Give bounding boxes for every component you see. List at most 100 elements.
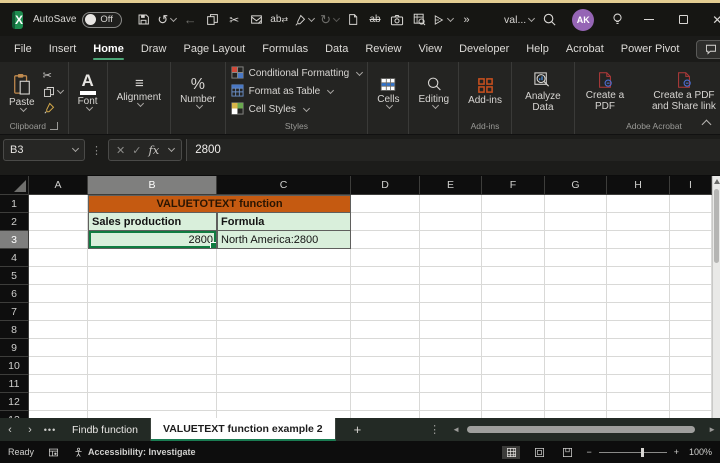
new-sheet-button[interactable]: + [336,422,380,437]
create-pdf-share-button[interactable]: Create a PDF and Share link [640,71,720,112]
zoom-out-icon[interactable]: − [586,447,591,457]
cut-button[interactable]: ✂ [43,69,63,82]
macro-record-icon[interactable] [48,447,59,458]
paste-picture-icon[interactable] [245,7,267,33]
tab-help[interactable]: Help [526,36,549,62]
tab-draw[interactable]: Draw [141,36,167,62]
cell-h10[interactable] [607,357,670,375]
row-header-7[interactable]: 7 [0,303,29,321]
cell-b8[interactable] [88,321,217,339]
tab-view[interactable]: View [418,36,442,62]
cell-b1[interactable]: VALUETOTEXT function [88,195,351,213]
cell-g8[interactable] [545,321,607,339]
cell-e1[interactable] [420,195,482,213]
cell-d5[interactable] [351,267,420,285]
cell-a13[interactable] [29,411,88,418]
cell-d8[interactable] [351,321,420,339]
cell-a11[interactable] [29,375,88,393]
cell-a10[interactable] [29,357,88,375]
cell-i8[interactable] [670,321,712,339]
sheet-list-icon[interactable]: ••• [40,425,60,435]
cell-e4[interactable] [420,249,482,267]
cell-b13[interactable] [88,411,217,418]
cell-c3[interactable]: North America:2800 [217,231,351,249]
insert-function-button[interactable]: fx [148,143,159,157]
cell-d11[interactable] [351,375,420,393]
cell-f3[interactable] [482,231,545,249]
cell-d2[interactable] [351,213,420,231]
undo-icon[interactable]: ↺ [154,7,179,33]
column-header-g[interactable]: G [545,176,607,195]
vertical-scroll-thumb[interactable] [714,189,719,263]
save-icon[interactable] [132,7,154,33]
cell-f6[interactable] [482,285,545,303]
overflow-icon[interactable]: » [456,7,478,33]
sheet-next-icon[interactable]: › [20,424,40,436]
dialog-launcher-icon[interactable] [50,122,58,130]
row-header-1[interactable]: 1 [0,195,29,213]
cell-e12[interactable] [420,393,482,411]
cell-g7[interactable] [545,303,607,321]
cell-e9[interactable] [420,339,482,357]
avatar[interactable]: AK [572,9,594,31]
cell-g12[interactable] [545,393,607,411]
cell-h5[interactable] [607,267,670,285]
create-pdf-button[interactable]: Create a PDF [580,71,630,112]
cell-b3[interactable]: 2800 [88,231,217,249]
row-header-5[interactable]: 5 [0,267,29,285]
cell-e11[interactable] [420,375,482,393]
flow-icon[interactable] [430,7,456,33]
cell-h8[interactable] [607,321,670,339]
page-break-view-button[interactable] [558,446,576,459]
cell-i2[interactable] [670,213,712,231]
cell-c2[interactable]: Formula [217,213,351,231]
cell-i11[interactable] [670,375,712,393]
zoom-track[interactable] [599,452,667,453]
row-header-6[interactable]: 6 [0,285,29,303]
cell-i7[interactable] [670,303,712,321]
addins-button[interactable]: Add-ins [464,77,506,106]
cell-e3[interactable] [420,231,482,249]
cell-a7[interactable] [29,303,88,321]
cell-b2[interactable]: Sales production [88,213,217,231]
row-header-3[interactable]: 3 [0,231,29,249]
formula-input[interactable]: 2800 [186,139,720,161]
cell-i4[interactable] [670,249,712,267]
tab-insert[interactable]: Insert [49,36,77,62]
cell-f10[interactable] [482,357,545,375]
cell-g10[interactable] [545,357,607,375]
cell-i6[interactable] [670,285,712,303]
cell-g1[interactable] [545,195,607,213]
comments-button[interactable]: Comments [696,40,720,59]
cell-i3[interactable] [670,231,712,249]
cell-h7[interactable] [607,303,670,321]
cell-d4[interactable] [351,249,420,267]
zoom-thumb[interactable] [641,448,644,457]
scroll-right-icon[interactable]: ► [704,425,720,434]
cell-e5[interactable] [420,267,482,285]
column-header-d[interactable]: D [351,176,420,195]
cell-h12[interactable] [607,393,670,411]
camera-icon[interactable] [386,7,408,33]
cell-g11[interactable] [545,375,607,393]
conditional-formatting-button[interactable]: Conditional Formatting [231,66,363,82]
cell-b11[interactable] [88,375,217,393]
cell-h6[interactable] [607,285,670,303]
minimize-button[interactable] [632,5,666,35]
cancel-entry-button[interactable]: ✕ [116,144,125,157]
name-box[interactable]: B3 [3,139,85,161]
cell-h3[interactable] [607,231,670,249]
cell-c11[interactable] [217,375,351,393]
cell-d13[interactable] [351,411,420,418]
column-header-f[interactable]: F [482,176,545,195]
row-header-4[interactable]: 4 [0,249,29,267]
cell-f1[interactable] [482,195,545,213]
cell-f7[interactable] [482,303,545,321]
cell-g3[interactable] [545,231,607,249]
cell-g9[interactable] [545,339,607,357]
cell-c12[interactable] [217,393,351,411]
strikethrough-icon[interactable]: ab [364,7,386,33]
resize-handle-icon[interactable]: ⋮ [89,144,104,157]
copy-icon[interactable] [201,7,223,33]
horizontal-scroll-thumb[interactable] [467,426,695,433]
